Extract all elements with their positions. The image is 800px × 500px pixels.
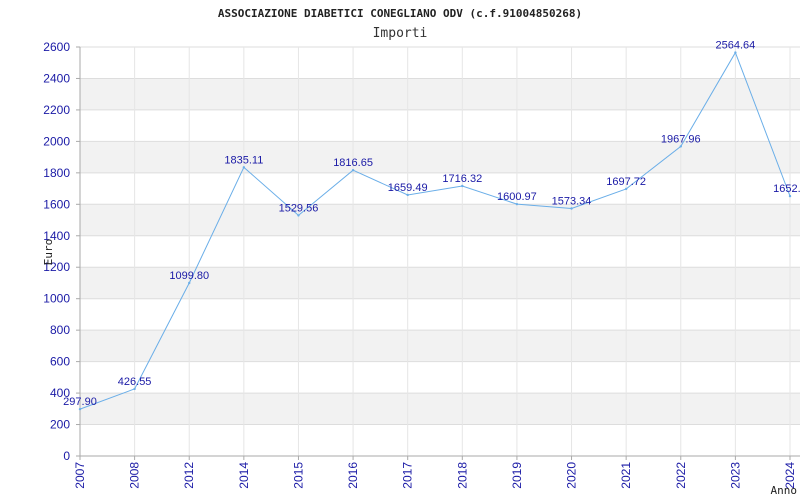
data-label: 1099.80	[169, 270, 209, 282]
data-point	[351, 169, 355, 172]
data-point	[242, 166, 246, 169]
y-axis-label: Euro	[42, 239, 55, 266]
grid-band	[80, 330, 800, 362]
grid-band	[80, 141, 800, 173]
data-point	[788, 194, 792, 198]
data-label: 1573.34	[552, 196, 592, 208]
x-tick-label: 2007	[73, 462, 87, 489]
x-axis-ticks: 2007 2008 2012 2014 2015 2016 2017 2018 2019 2020…	[73, 456, 797, 489]
y-tick-label: 800	[50, 323, 70, 337]
x-tick-label: 2008	[128, 462, 142, 489]
x-axis-label: Anno	[771, 484, 798, 497]
y-tick-label: 2400	[43, 71, 70, 85]
grid-band	[80, 78, 800, 110]
x-tick-label: 2022	[674, 462, 688, 489]
x-tick-label: 2019	[510, 462, 524, 489]
data-point	[515, 202, 519, 206]
chart-title: ASSOCIAZIONE DIABETICI CONEGLIANO ODV (c…	[218, 7, 582, 20]
data-label: 297.90	[63, 396, 97, 408]
data-label: 1835.11	[224, 154, 263, 166]
y-tick-label: 2200	[43, 103, 70, 117]
data-label: 1716.32	[442, 173, 482, 185]
data-point	[461, 184, 464, 188]
data-point	[624, 187, 628, 191]
data-point	[570, 207, 573, 210]
x-tick-label: 2015	[291, 462, 305, 489]
data-point	[406, 193, 409, 197]
y-tick-label: 1600	[43, 197, 70, 211]
data-point	[297, 214, 300, 217]
chart-subtitle: Importi	[373, 26, 428, 41]
data-point	[679, 145, 682, 148]
y-tick-label: 1000	[43, 292, 70, 306]
grid-band	[80, 204, 800, 236]
x-tick-label: 2012	[182, 462, 196, 489]
x-tick-label: 2016	[346, 462, 360, 489]
x-tick-label: 2017	[401, 462, 415, 489]
line-chart: 0200400600800100012001400160018002000220…	[42, 7, 800, 497]
data-label: 1529.56	[279, 202, 319, 214]
x-tick-label: 2018	[455, 462, 469, 489]
data-point	[133, 387, 136, 391]
y-tick-label: 2000	[43, 134, 70, 148]
data-label: 426.55	[118, 376, 152, 388]
y-tick-label: 600	[50, 355, 70, 369]
data-label: 1816.65	[333, 157, 373, 169]
data-label: 1697.72	[606, 176, 646, 188]
data-point	[188, 281, 191, 285]
data-label: 1600.97	[497, 191, 537, 203]
y-tick-label: 1800	[43, 166, 70, 180]
data-point	[734, 51, 737, 54]
data-label: 1652.0	[773, 183, 800, 195]
x-tick-label: 2023	[728, 462, 742, 489]
y-tick-label: 0	[63, 449, 70, 463]
data-label: 2564.64	[716, 40, 756, 52]
y-tick-label: 2600	[43, 40, 70, 54]
data-label: 1659.49	[388, 182, 428, 194]
data-label: 1967.96	[661, 133, 701, 145]
grid-band	[80, 393, 800, 425]
data-point	[78, 407, 82, 411]
grid-bands	[80, 78, 800, 425]
y-tick-label: 200	[50, 418, 70, 432]
x-tick-label: 2021	[619, 462, 633, 489]
x-tick-label: 2020	[565, 462, 579, 489]
x-tick-label: 2014	[237, 462, 251, 489]
